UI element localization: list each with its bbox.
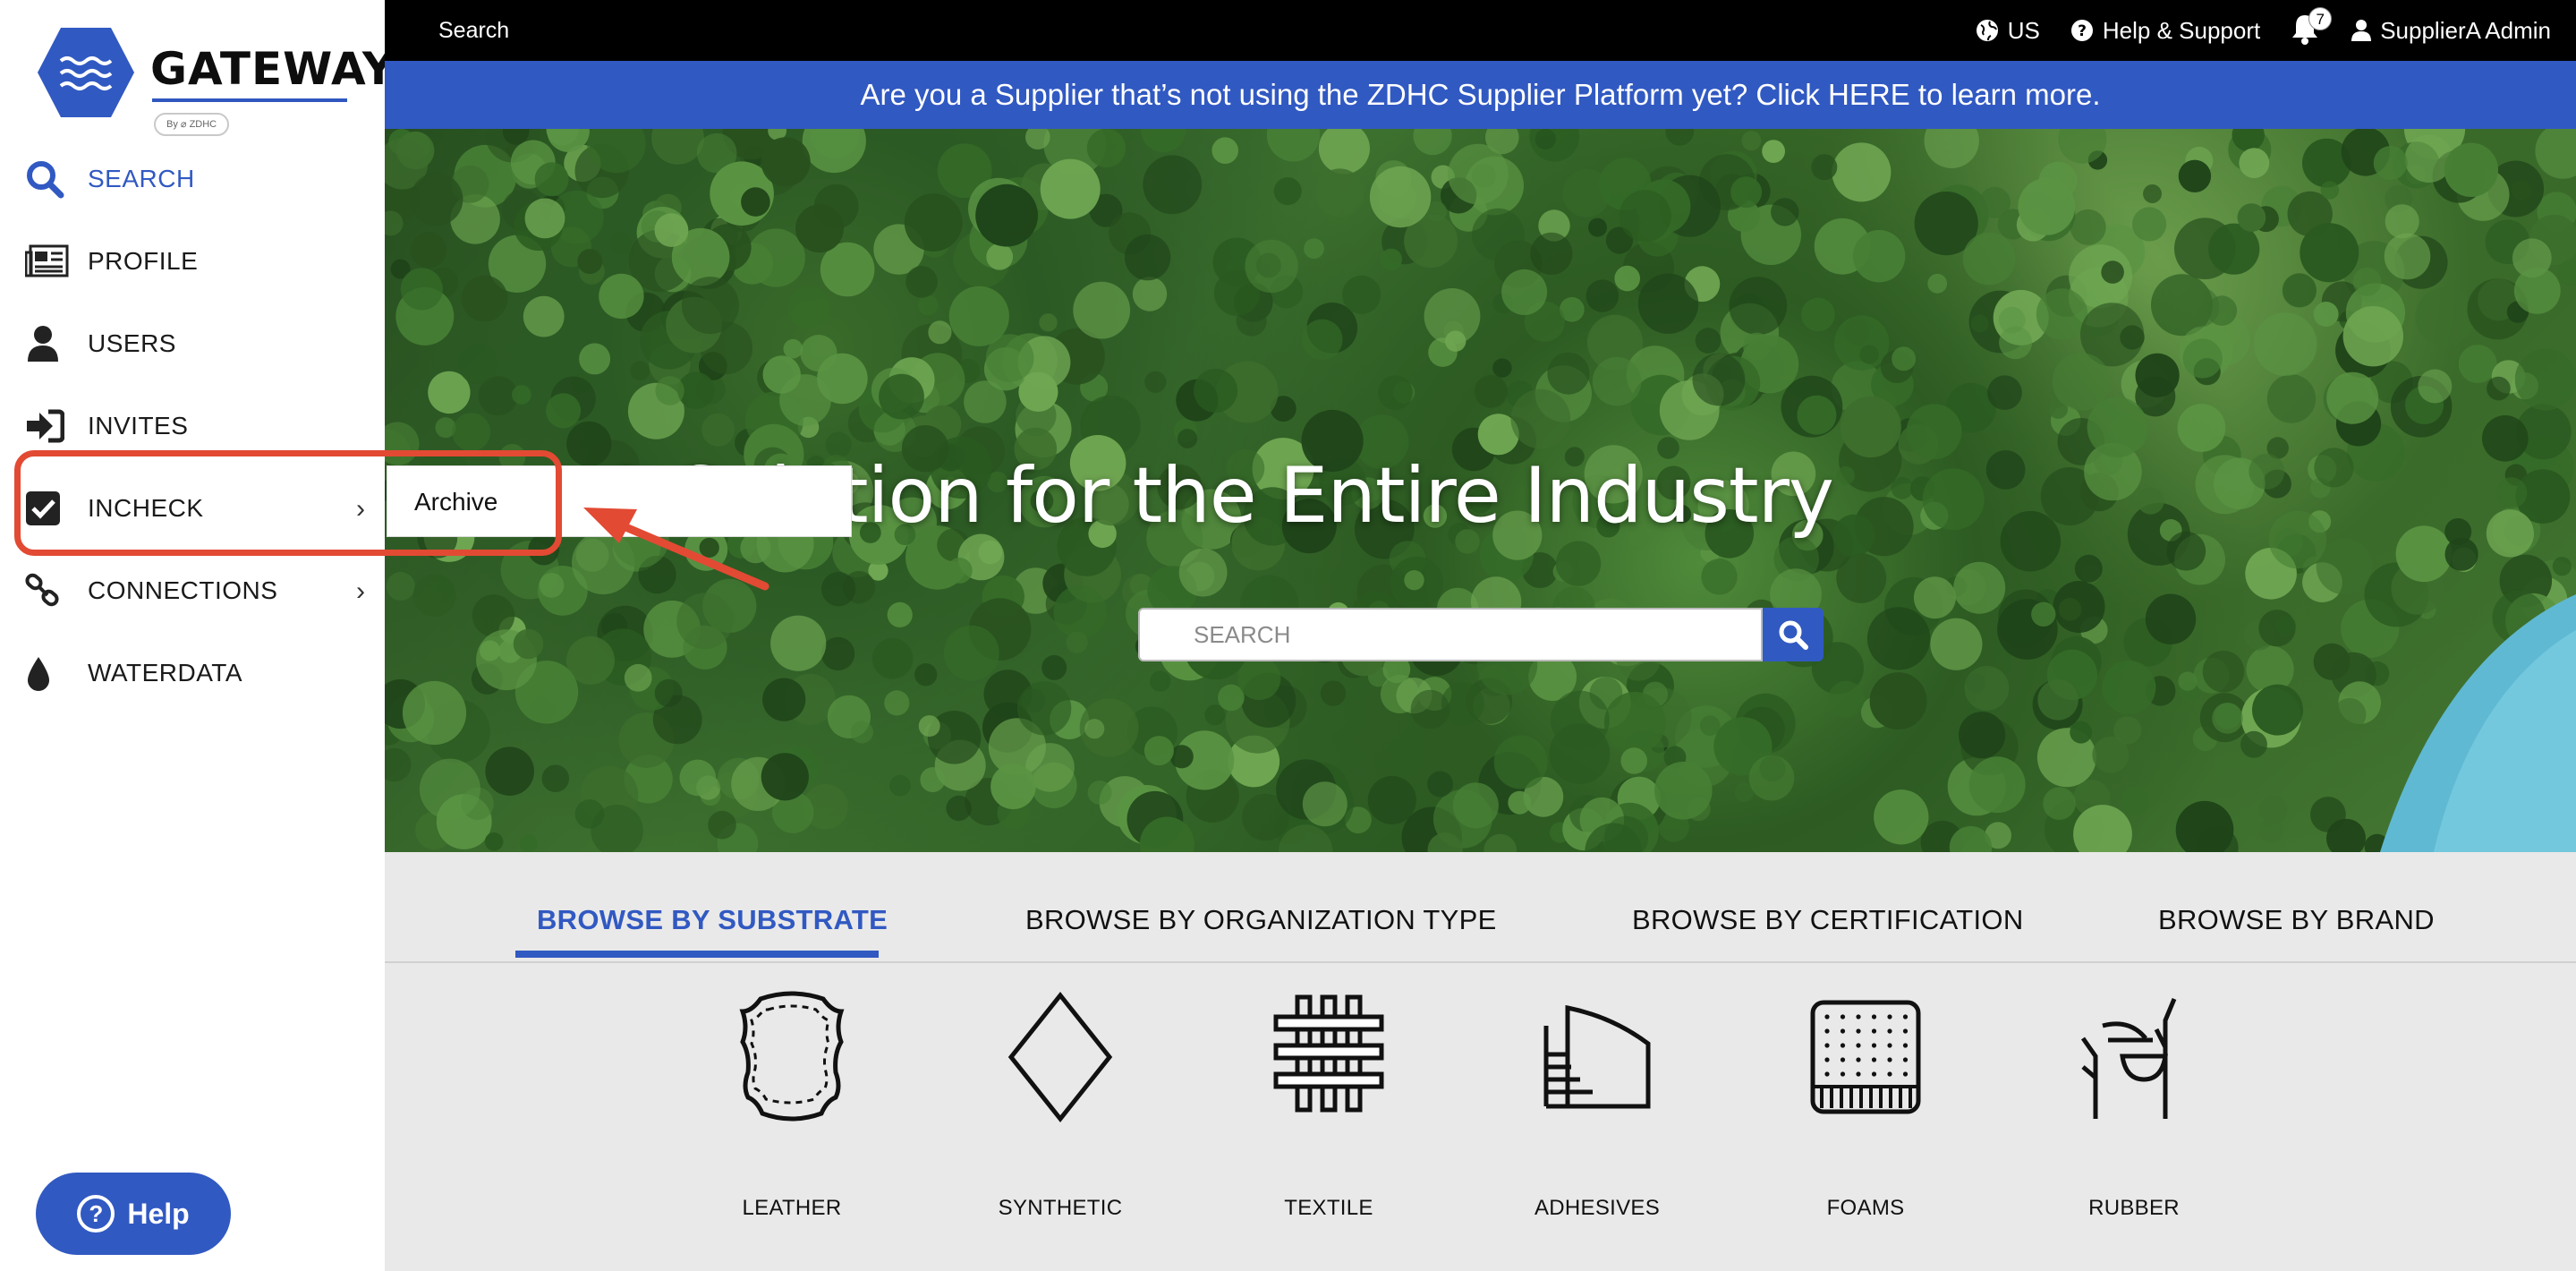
sidebar-item-incheck[interactable]: INCHECK › <box>0 467 385 550</box>
sidebar-item-label: INCHECK <box>88 494 204 522</box>
tab-browse-by-organization-type[interactable]: BROWSE BY ORGANIZATION TYPE <box>1025 904 1497 936</box>
substrate-label: FOAMS <box>1826 1196 1905 1220</box>
diamond-icon <box>1007 991 1113 1123</box>
user-icon <box>25 321 70 366</box>
region-selector[interactable]: US <box>1976 17 2040 45</box>
substrate-label: LEATHER <box>742 1196 842 1220</box>
browse-tabs: BROWSE BY SUBSTRATE BROWSE BY ORGANIZATI… <box>385 852 2576 963</box>
browse-section: BROWSE BY SUBSTRATE BROWSE BY ORGANIZATI… <box>385 852 2576 1271</box>
substrate-label: SYNTHETIC <box>998 1196 1123 1220</box>
substrate-foams[interactable]: FOAMS <box>1776 990 1955 1221</box>
sidebar-item-users[interactable]: USERS <box>0 303 385 385</box>
sidebar-item-label: CONNECTIONS <box>88 576 278 604</box>
substrate-leather[interactable]: LEATHER <box>702 990 881 1221</box>
substrate-label: ADHESIVES <box>1534 1196 1661 1220</box>
tab-browse-by-brand[interactable]: BROWSE BY BRAND <box>2158 904 2435 936</box>
sidebar-nav: SEARCH PROFILE USERS INVITES INCHECK › C… <box>0 138 385 714</box>
drop-icon <box>25 651 70 695</box>
sidebar-item-search[interactable]: SEARCH <box>0 138 385 220</box>
bell-icon: 7 <box>2291 7 2333 48</box>
search-icon <box>25 157 70 201</box>
hero-search-input[interactable] <box>1140 610 1761 660</box>
topbar-search-link[interactable]: Search <box>438 18 509 44</box>
help-support-label: Help & Support <box>2102 16 2261 44</box>
check-square-icon <box>25 486 70 531</box>
chevron-right-icon: › <box>356 576 365 606</box>
sidebar-item-profile[interactable]: PROFILE <box>0 220 385 303</box>
sidebar-item-label: PROFILE <box>88 247 199 275</box>
logo-underline <box>152 98 347 102</box>
foam-icon <box>1810 1000 1921 1114</box>
sidebar-item-label: SEARCH <box>88 165 195 192</box>
substrate-label: TEXTILE <box>1284 1196 1373 1220</box>
sidebar-item-label: INVITES <box>88 412 189 439</box>
sign-in-icon <box>25 404 70 448</box>
logo-tagline: By ⌀ ZDHC <box>154 113 230 136</box>
substrate-textile[interactable]: TEXTILE <box>1239 990 1418 1221</box>
notification-badge: 7 <box>2308 7 2333 30</box>
sidebar-item-label: USERS <box>88 329 176 357</box>
supplier-platform-banner[interactable]: Are you a Supplier that’s not using the … <box>385 61 2576 129</box>
tab-browse-by-substrate[interactable]: BROWSE BY SUBSTRATE <box>537 904 888 936</box>
user-menu[interactable]: SupplierA Admin <box>2351 17 2551 45</box>
substrate-adhesives[interactable]: ADHESIVES <box>1508 990 1687 1221</box>
globe-icon <box>1976 20 1998 41</box>
substrate-list: LEATHER SYNTHETIC TEXTILE ADHESIVES FOAM… <box>385 963 2576 1271</box>
tab-browse-by-certification[interactable]: BROWSE BY CERTIFICATION <box>1632 904 2024 936</box>
help-support-link[interactable]: ? Help & Support <box>2070 17 2260 45</box>
svg-text:?: ? <box>2078 22 2087 40</box>
logo-wordmark: GATEWAY <box>150 43 396 95</box>
sidebar-item-waterdata[interactable]: WATERDATA <box>0 632 385 714</box>
topbar-right: US ? Help & Support 7 SupplierA Admin <box>1976 0 2551 61</box>
user-name: SupplierA Admin <box>2380 16 2551 44</box>
sidebar-item-connections[interactable]: CONNECTIONS › <box>0 550 385 632</box>
submenu-item-archive[interactable]: Archive <box>414 488 497 516</box>
waves-logo-icon <box>38 28 134 117</box>
hero-search-field[interactable] <box>1138 608 1763 661</box>
chevron-right-icon: › <box>356 494 365 524</box>
leather-icon <box>739 991 845 1122</box>
sidebar: GATEWAY By ⌀ ZDHC SEARCH PROFILE USERS I… <box>0 0 395 1271</box>
question-circle-icon: ? <box>77 1195 115 1233</box>
hero-search-button[interactable] <box>1763 608 1824 661</box>
link-icon <box>25 568 70 613</box>
search-icon <box>1779 620 1808 650</box>
user-icon <box>2351 20 2372 41</box>
sidebar-item-invites[interactable]: INVITES <box>0 385 385 467</box>
question-circle-icon: ? <box>2070 20 2093 41</box>
annotation-arrow-icon <box>583 508 769 591</box>
help-label: Help <box>127 1197 190 1230</box>
active-tab-indicator <box>515 951 879 958</box>
substrate-label: RUBBER <box>2088 1196 2180 1220</box>
adhesive-layers-icon <box>1543 1004 1651 1109</box>
newspaper-icon <box>25 239 70 284</box>
substrate-rubber[interactable]: RUBBER <box>2045 990 2223 1221</box>
substrate-synthetic[interactable]: SYNTHETIC <box>971 990 1150 1221</box>
help-button[interactable]: ? Help <box>36 1173 231 1255</box>
sidebar-item-label: WATERDATA <box>88 659 243 687</box>
notifications-button[interactable]: 7 <box>2291 7 2333 48</box>
weave-icon <box>1273 994 1384 1113</box>
gateway-logo[interactable]: GATEWAY By ⌀ ZDHC <box>36 25 395 136</box>
rubber-tree-icon <box>2080 998 2177 1119</box>
region-label: US <box>2007 16 2040 44</box>
top-bar: Search US ? Help & Support 7 SupplierA A… <box>385 0 2576 61</box>
